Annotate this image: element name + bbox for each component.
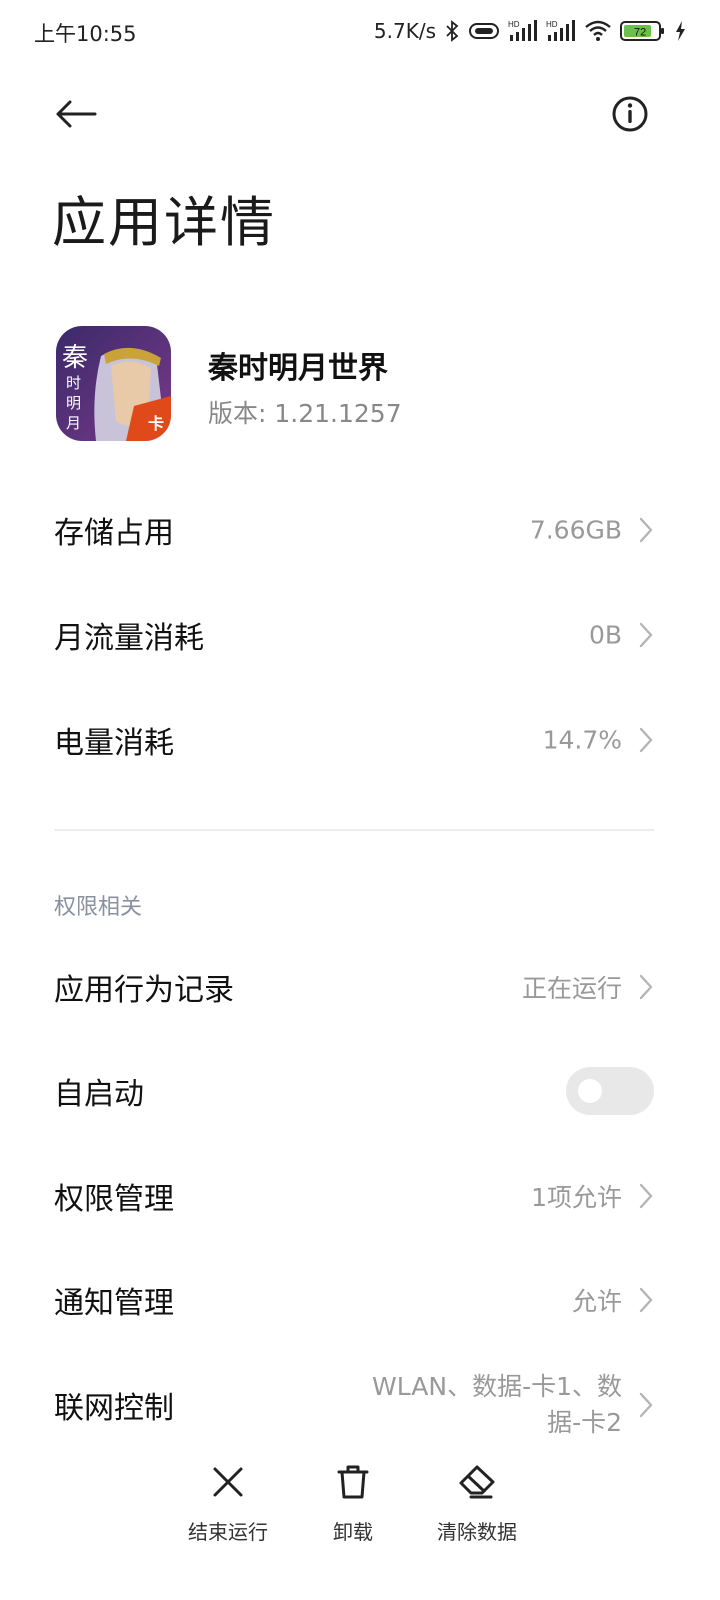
row-value: WLAN、数据-卡1、数 据-卡2: [322, 1369, 622, 1441]
storage-row[interactable]: 存储占用 7.66GB: [0, 480, 720, 580]
row-value: 1项允许: [531, 1183, 622, 1212]
close-icon: [208, 1462, 248, 1502]
chevron-right-icon: [639, 1183, 653, 1209]
row-label: 应用行为记录: [54, 973, 234, 1008]
app-behavior-log-row[interactable]: 应用行为记录 正在运行: [0, 937, 720, 1037]
status-icons: 5.7K/s HD HD 72: [374, 16, 686, 46]
network-speed: 5.7K/s: [373, 19, 436, 43]
bluetooth-icon: [444, 20, 460, 42]
row-label: 电量消耗: [54, 726, 174, 761]
row-value-line: WLAN、数据-卡1、数: [372, 1372, 622, 1401]
info-icon: [611, 95, 649, 137]
row-label: 存储占用: [54, 516, 174, 551]
signal-sim2-icon: HD: [546, 19, 576, 43]
row-value-line: 据-卡2: [547, 1408, 622, 1437]
row-value: 正在运行: [521, 974, 622, 1003]
uninstall-button[interactable]: 卸载: [288, 1462, 418, 1562]
svg-text:月: 月: [66, 414, 81, 432]
network-control-row[interactable]: 联网控制 WLAN、数据-卡1、数 据-卡2: [0, 1355, 720, 1455]
app-icon-calligraphy: 秦: [62, 343, 88, 373]
status-bar: 上午10:55 5.7K/s HD HD 72: [0, 0, 720, 64]
permission-management-row[interactable]: 权限管理 1项允许: [0, 1146, 720, 1246]
page-title: 应用详情: [52, 191, 276, 254]
notification-management-row[interactable]: 通知管理 允许: [0, 1250, 720, 1350]
chevron-right-icon: [639, 1392, 653, 1418]
row-value: 14.7%: [542, 725, 622, 755]
back-button[interactable]: [48, 92, 104, 140]
svg-text:HD: HD: [508, 20, 520, 29]
battery-level: 72: [634, 27, 646, 39]
eraser-icon: [457, 1462, 497, 1502]
row-label: 自启动: [54, 1077, 144, 1112]
chevron-right-icon: [639, 517, 653, 543]
row-value: 0B: [588, 620, 622, 650]
row-label: 联网控制: [54, 1391, 174, 1426]
battery-icon: 72: [620, 20, 666, 42]
row-value: 7.66GB: [529, 515, 622, 545]
data-usage-row[interactable]: 月流量消耗 0B: [0, 585, 720, 685]
trash-icon: [333, 1462, 373, 1502]
toggle-knob: [578, 1079, 602, 1103]
divider: [54, 829, 654, 831]
uninstall-label: 卸载: [333, 1520, 373, 1544]
chevron-right-icon: [639, 727, 653, 753]
chevron-right-icon: [639, 1287, 653, 1313]
row-label: 权限管理: [54, 1182, 174, 1217]
section-title-permissions: 权限相关: [54, 895, 143, 920]
chevron-right-icon: [639, 974, 653, 1000]
bottom-action-bar: 结束运行 卸载 清除数据: [0, 1450, 720, 1600]
status-time: 上午10:55: [34, 22, 137, 46]
svg-text:卡: 卡: [148, 414, 164, 433]
row-label: 月流量消耗: [54, 621, 204, 656]
svg-text:时: 时: [66, 374, 81, 392]
info-button[interactable]: [606, 92, 654, 140]
app-name: 秦时明月世界: [208, 351, 388, 386]
charging-icon: [674, 20, 686, 42]
force-stop-button[interactable]: 结束运行: [163, 1462, 293, 1562]
app-icon: 秦 时 明 月 卡: [56, 326, 171, 441]
app-version: 版本: 1.21.1257: [208, 399, 402, 428]
force-stop-label: 结束运行: [188, 1520, 268, 1544]
clear-data-label: 清除数据: [437, 1520, 517, 1544]
battery-usage-row[interactable]: 电量消耗 14.7%: [0, 690, 720, 790]
signal-sim1-icon: HD: [508, 19, 538, 43]
row-value: 允许: [571, 1287, 622, 1316]
wifi-icon: [584, 19, 612, 43]
svg-text:HD: HD: [546, 20, 558, 29]
chevron-right-icon: [639, 622, 653, 648]
svg-text:明: 明: [66, 394, 81, 412]
row-label: 通知管理: [54, 1286, 174, 1321]
autostart-toggle[interactable]: [566, 1067, 654, 1115]
vibrate-icon: [468, 21, 500, 41]
clear-data-button[interactable]: 清除数据: [412, 1462, 542, 1562]
back-arrow-icon: [55, 99, 97, 133]
autostart-row: 自启动: [0, 1041, 720, 1141]
